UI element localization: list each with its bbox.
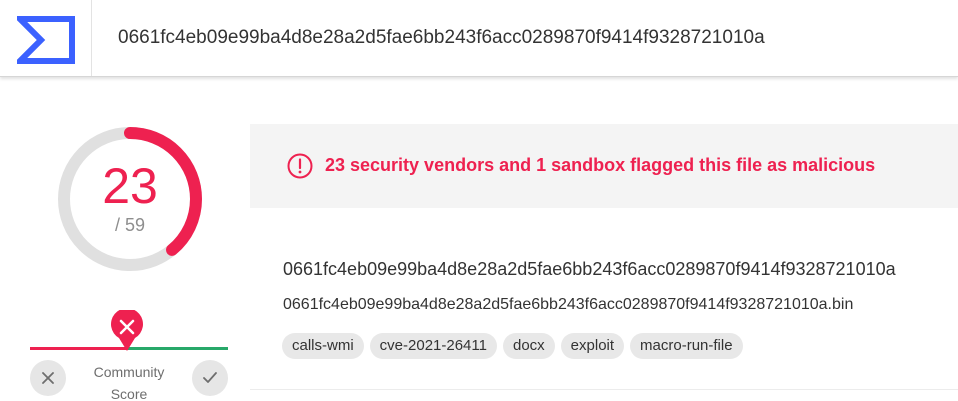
file-name: 0661fc4eb09e99ba4d8e28a2d5fae6bb243f6acc… xyxy=(283,296,854,313)
tag-list: calls-wmi cve-2021-26411 docx exploit ma… xyxy=(282,333,743,359)
detection-alert: 23 security vendors and 1 sandbox flagge… xyxy=(250,124,958,208)
close-icon xyxy=(111,308,143,351)
tag[interactable]: exploit xyxy=(560,333,625,359)
exclamation-circle-icon xyxy=(287,153,313,179)
file-hash[interactable]: 0661fc4eb09e99ba4d8e28a2d5fae6bb243f6acc… xyxy=(283,259,896,280)
tag[interactable]: calls-wmi xyxy=(282,333,364,359)
tag[interactable]: macro-run-file xyxy=(630,333,743,359)
close-icon xyxy=(42,372,54,384)
logo[interactable] xyxy=(0,0,92,76)
file-details: 0661fc4eb09e99ba4d8e28a2d5fae6bb243f6acc… xyxy=(250,208,958,390)
alert-text: 23 security vendors and 1 sandbox flagge… xyxy=(325,155,876,175)
detection-score-gauge: 23 / 59 xyxy=(54,123,206,275)
top-bar xyxy=(0,0,958,77)
vote-harmless-button[interactable] xyxy=(192,360,228,396)
detection-count: 23 xyxy=(102,158,158,214)
check-icon xyxy=(203,372,217,383)
vote-malicious-button[interactable] xyxy=(30,360,66,396)
search-input[interactable] xyxy=(92,0,958,76)
community-marker xyxy=(110,308,144,352)
tag[interactable]: docx xyxy=(502,333,555,359)
virustotal-logo-icon[interactable] xyxy=(17,16,75,64)
engine-total: / 59 xyxy=(114,215,146,235)
community-score-label: Community Score xyxy=(93,364,165,401)
tag[interactable]: cve-2021-26411 xyxy=(369,333,497,359)
